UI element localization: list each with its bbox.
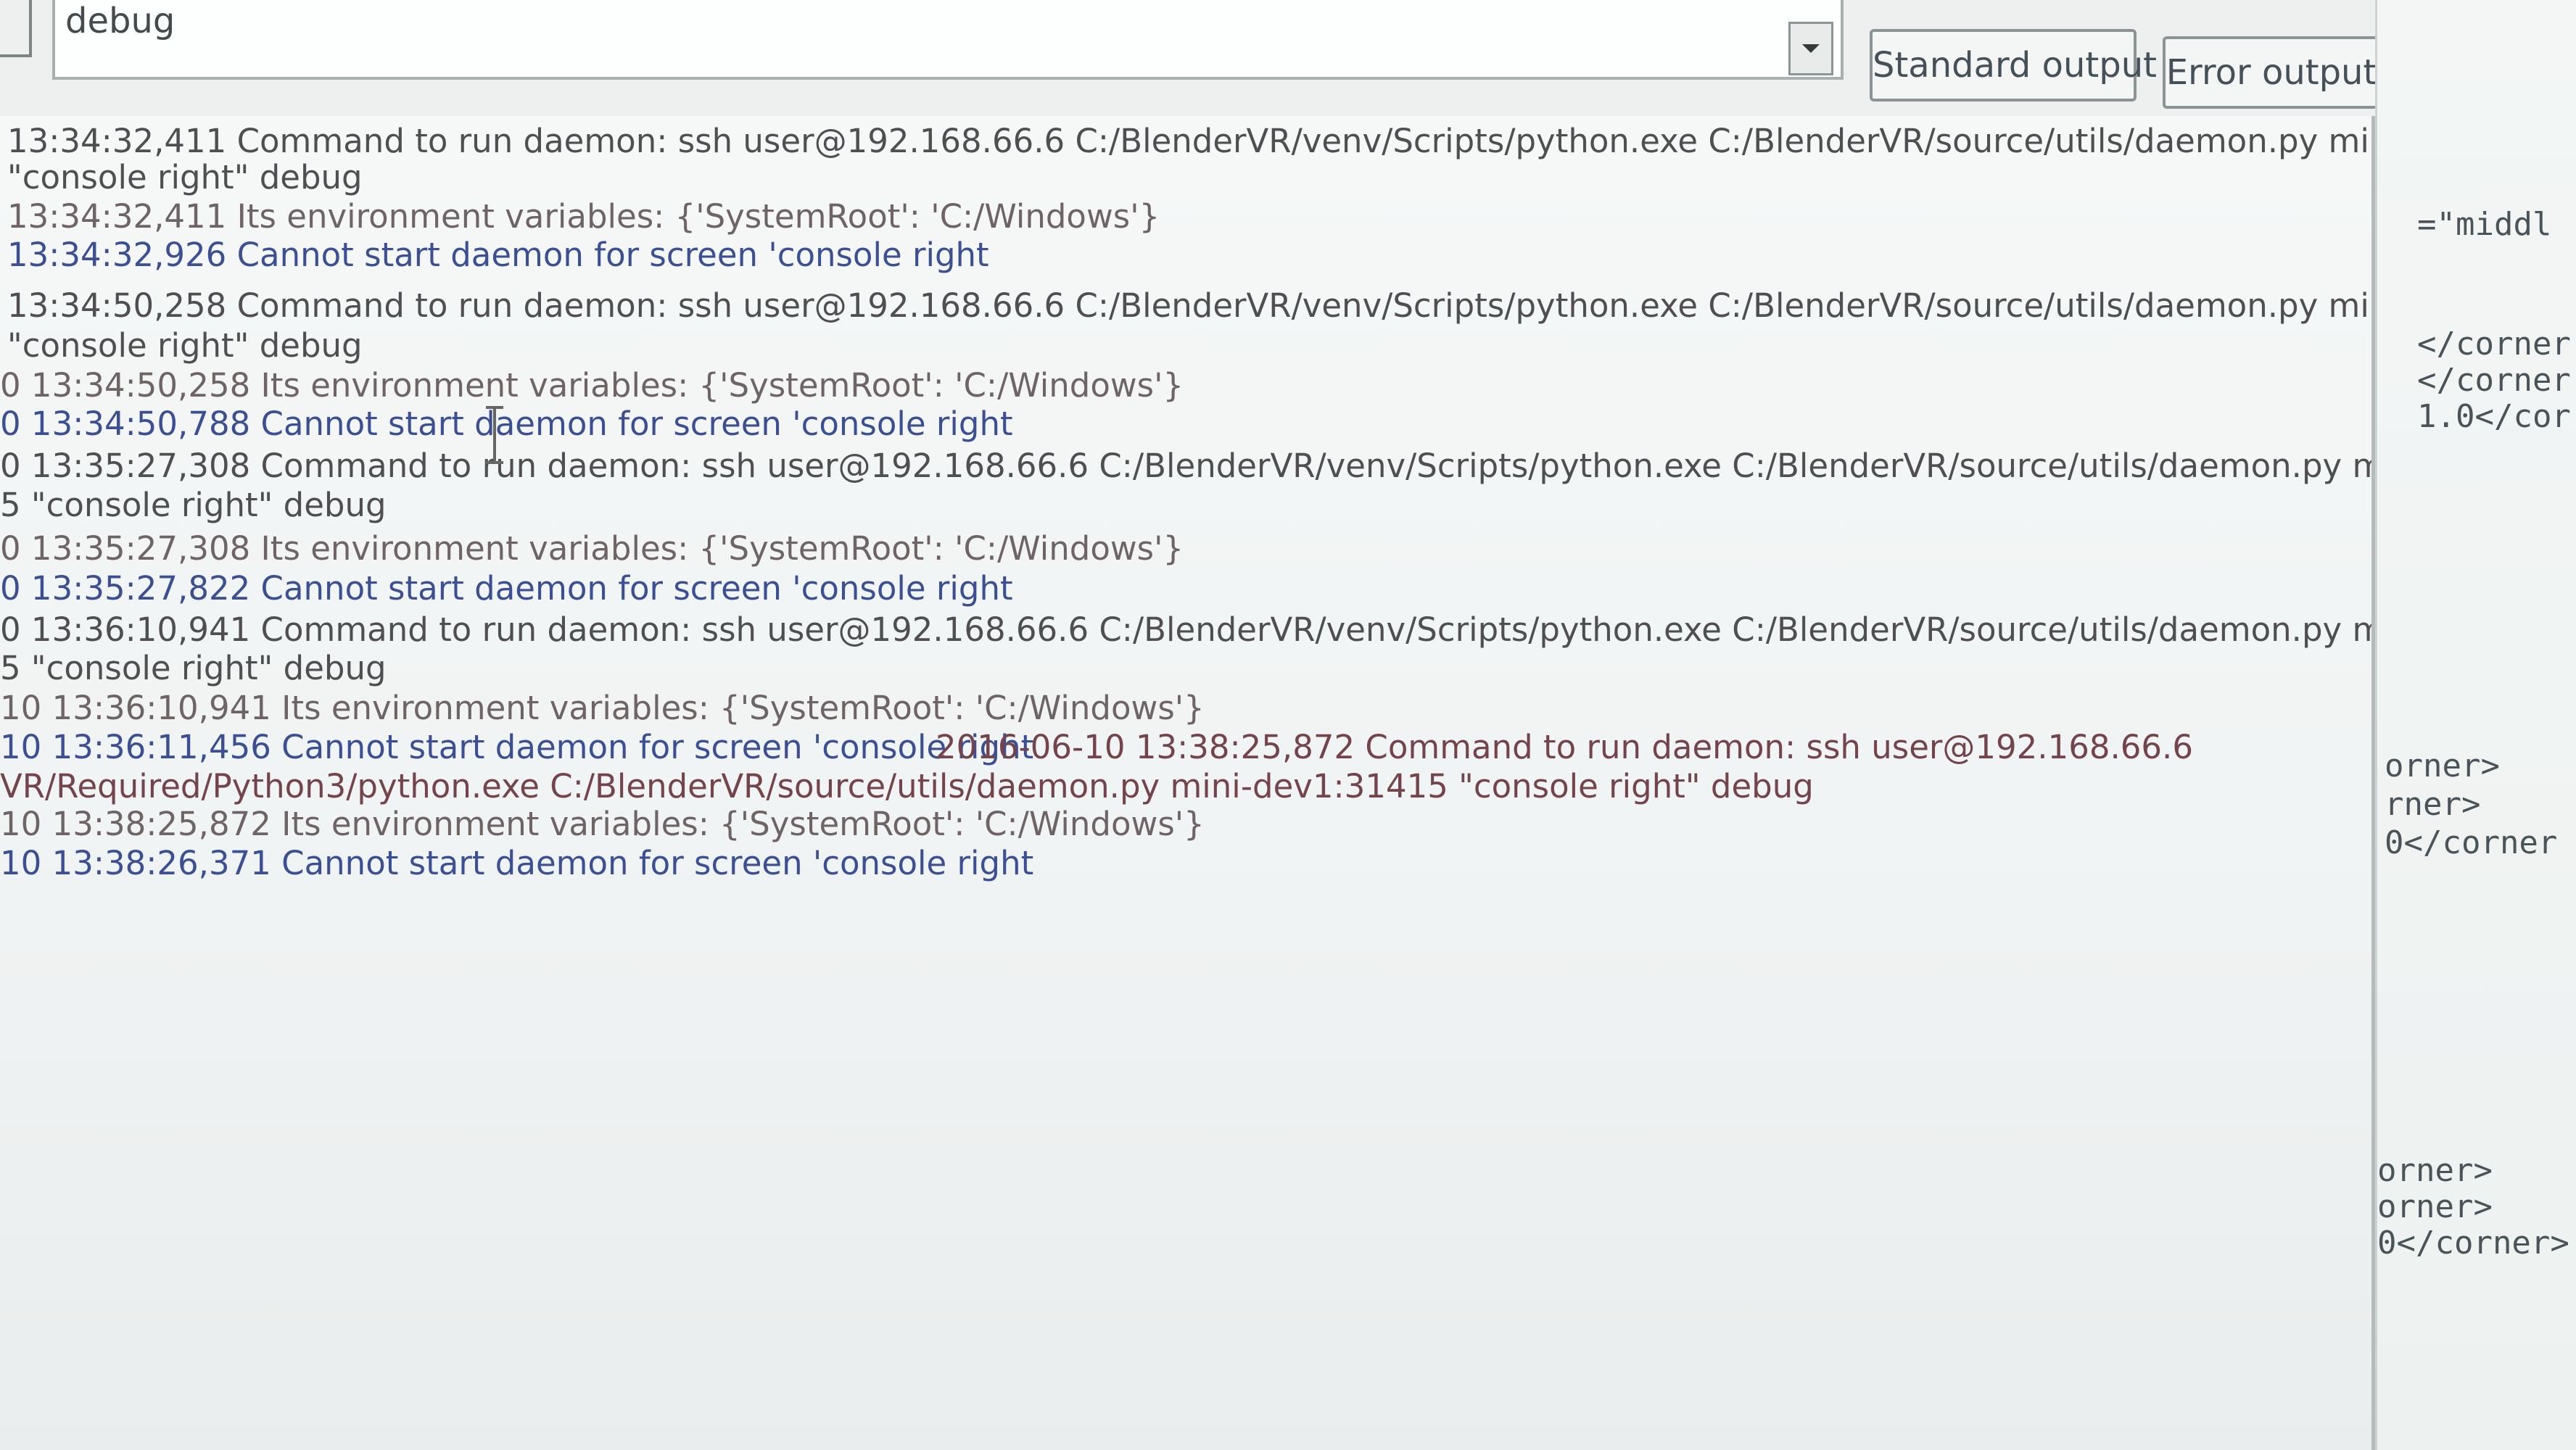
log-line: "console right" debug [7,326,363,365]
code-line: 1.0</cor [2417,398,2571,435]
text-cursor-icon [486,406,503,464]
log-line: "console right" debug [7,158,363,196]
code-line: orner> [2377,1152,2493,1189]
log-line: 0 13:35:27,822 Cannot start daemon for s… [0,569,1013,608]
log-output-area[interactable]: 13:34:32,411 Command to run daemon: ssh … [0,116,2375,1450]
code-line: ="middl [2417,206,2552,243]
log-line: 5 "console right" debug [0,649,387,687]
code-line: 0</corner [2385,824,2558,861]
code-line: </corner [2417,326,2571,362]
log-line: 10 13:38:26,371 Cannot start daemon for … [0,844,1034,882]
log-line: 10 13:36:10,941 Its environment variable… [0,689,1205,727]
error-output-button[interactable]: Error output [2163,36,2380,109]
log-line: 0 13:34:50,788 Cannot start daemon for s… [0,405,1013,443]
log-line: 0 13:34:50,258 Its environment variables… [0,366,1184,405]
log-level-select[interactable]: debug [52,0,1844,80]
log-line: 10 13:36:11,456 Cannot start daemon for … [0,728,1034,766]
log-line: 13:34:32,411 Command to run daemon: ssh … [7,122,2375,160]
log-line: VR/Required/Python3/python.exe C:/Blende… [0,767,1814,805]
log-line: 0 13:36:10,941 Command to run daemon: ss… [0,610,2375,649]
code-line: </corner [2417,362,2571,399]
log-line: 2016-06-10 13:38:25,872 Command to run d… [936,728,2193,766]
output-toolbar: debug Standard output Error output [0,0,2393,123]
chevron-down-icon[interactable] [1788,22,1833,75]
log-line: 13:34:32,926 Cannot start daemon for scr… [7,236,989,274]
log-line: 0 13:35:27,308 Its environment variables… [0,529,1184,568]
console-window: debug Standard output Error output 13:34… [0,0,2576,1450]
log-line: 5 "console right" debug [0,486,387,524]
code-line: 0</corner> [2377,1225,2569,1262]
log-line: 13:34:50,258 Command to run daemon: ssh … [7,286,2375,325]
xml-editor-panel[interactable]: ="middl </corner </corner 1.0</cor orner… [2375,0,2576,1450]
code-line: orner> [2385,747,2500,784]
log-level-value: debug [65,1,176,41]
code-line: rner> [2385,786,2481,823]
standard-output-button[interactable]: Standard output [1870,29,2157,102]
log-line: 0 13:35:27,308 Command to run daemon: ss… [0,447,2375,485]
log-line: 10 13:38:25,872 Its environment variable… [0,805,1205,843]
log-line: 13:34:32,411 Its environment variables: … [7,197,1160,236]
code-line: orner> [2377,1188,2493,1225]
window-frame-edge [0,0,32,57]
